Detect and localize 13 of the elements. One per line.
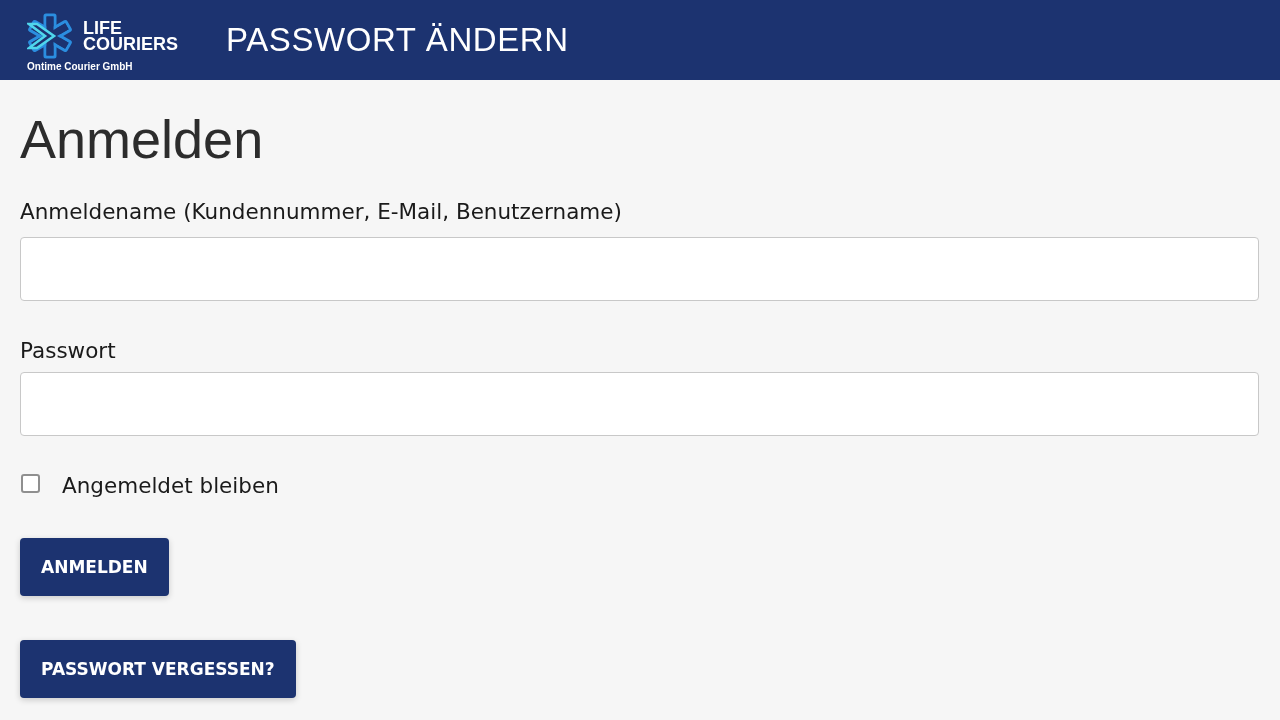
- asterisk-chevron-icon: [27, 12, 73, 59]
- field-label: Anmeldename (Kundennummer, E-Mail, Benutzername): [20, 199, 622, 225]
- field-label: Passwort: [20, 338, 116, 364]
- remember-checkbox[interactable]: [21, 474, 40, 493]
- forgot-password-button[interactable]: PASSWORT VERGESSEN?: [20, 640, 296, 698]
- password-field[interactable]: [20, 372, 1259, 436]
- remember-label: Angemeldet bleiben: [62, 473, 279, 499]
- login-button[interactable]: ANMELDEN: [20, 538, 169, 596]
- logo-tagline: Ontime Courier GmbH: [27, 60, 133, 72]
- page-title: PASSWORT ÄNDERN: [226, 20, 569, 60]
- page-heading: Anmelden: [20, 109, 264, 169]
- logo-wordmark: LIFE COURIERS: [83, 19, 178, 52]
- login-name-field[interactable]: [20, 237, 1259, 301]
